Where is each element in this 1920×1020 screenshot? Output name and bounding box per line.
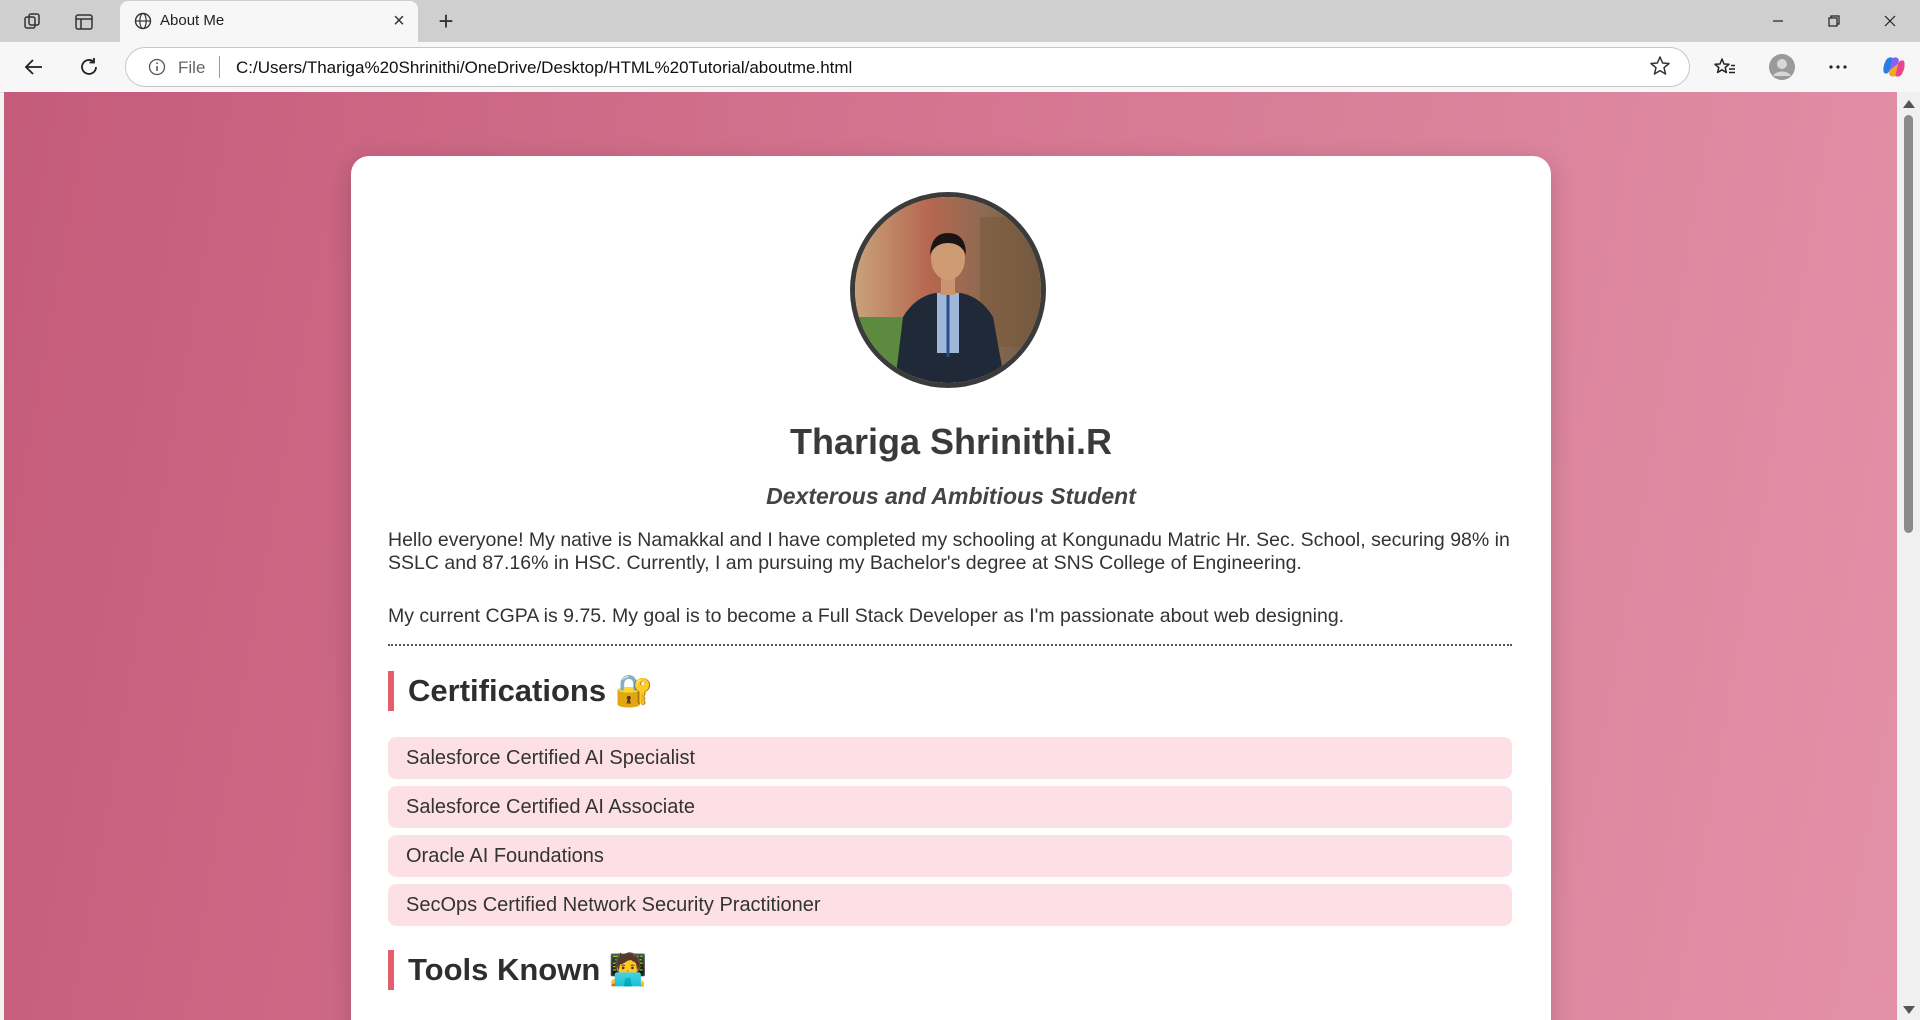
address-url[interactable]: C:/Users/Thariga%20Shrinithi/OneDrive/De… bbox=[236, 58, 852, 78]
certifications-list: Salesforce Certified AI Specialist Sales… bbox=[388, 737, 1512, 933]
back-arrow-icon[interactable] bbox=[16, 50, 52, 84]
vertical-scrollbar[interactable] bbox=[1897, 92, 1920, 1020]
list-item: Salesforce Certified AI Specialist bbox=[388, 737, 1512, 779]
list-item: Salesforce Certified AI Associate bbox=[388, 786, 1512, 828]
profile-avatar-icon[interactable] bbox=[1764, 50, 1800, 84]
copilot-icon[interactable] bbox=[1876, 50, 1912, 84]
profile-photo bbox=[850, 192, 1046, 388]
section-divider bbox=[388, 644, 1512, 646]
page-viewport: Thariga Shrinithi.R Dexterous and Ambiti… bbox=[4, 92, 1897, 1020]
address-bar[interactable]: File C:/Users/Thariga%20Shrinithi/OneDri… bbox=[125, 47, 1690, 87]
close-tab-icon[interactable]: × bbox=[388, 10, 410, 32]
restore-icon[interactable] bbox=[1806, 0, 1862, 42]
browser-toolbar: File C:/Users/Thariga%20Shrinithi/OneDri… bbox=[0, 42, 1920, 93]
tab-actions-icon[interactable] bbox=[66, 6, 102, 38]
profile-name: Thariga Shrinithi.R bbox=[789, 421, 1112, 462]
scroll-down-arrow-icon[interactable] bbox=[1903, 1006, 1915, 1014]
favorites-icon[interactable] bbox=[1707, 50, 1743, 84]
scrollbar-thumb[interactable] bbox=[1904, 115, 1913, 533]
certifications-heading: Certifications 🔐 bbox=[388, 671, 653, 711]
new-tab-button[interactable]: + bbox=[430, 5, 462, 37]
more-options-icon[interactable] bbox=[1820, 50, 1856, 84]
star-icon[interactable] bbox=[1649, 55, 1671, 82]
list-item: Oracle AI Foundations bbox=[388, 835, 1512, 877]
tab-about-me[interactable]: About Me × bbox=[120, 1, 418, 42]
tab-title: About Me bbox=[160, 12, 225, 29]
list-item: SecOps Certified Network Security Practi… bbox=[388, 884, 1512, 926]
profile-tagline: Dexterous and Ambitious Student bbox=[766, 483, 1136, 509]
globe-icon bbox=[134, 12, 152, 35]
bio-paragraph-2: My current CGPA is 9.75. My goal is to b… bbox=[388, 605, 1345, 627]
address-separator bbox=[219, 56, 220, 78]
close-window-icon[interactable] bbox=[1862, 0, 1918, 42]
tools-known-heading: Tools Known 🧑‍💻 bbox=[388, 950, 648, 990]
workspaces-icon[interactable] bbox=[14, 6, 50, 38]
about-card: Thariga Shrinithi.R Dexterous and Ambiti… bbox=[351, 156, 1551, 1020]
address-scheme-label: File bbox=[178, 58, 206, 77]
browser-window: About Me × + File C:/Users/Thariga%20Shr… bbox=[0, 0, 1920, 1020]
info-icon[interactable] bbox=[148, 58, 166, 81]
title-bar: About Me × + bbox=[0, 0, 1920, 42]
scroll-up-arrow-icon[interactable] bbox=[1903, 100, 1915, 108]
refresh-icon[interactable] bbox=[71, 50, 107, 84]
minimize-icon[interactable] bbox=[1750, 0, 1806, 42]
bio-paragraph-1: Hello everyone! My native is Namakkal an… bbox=[388, 529, 1510, 574]
